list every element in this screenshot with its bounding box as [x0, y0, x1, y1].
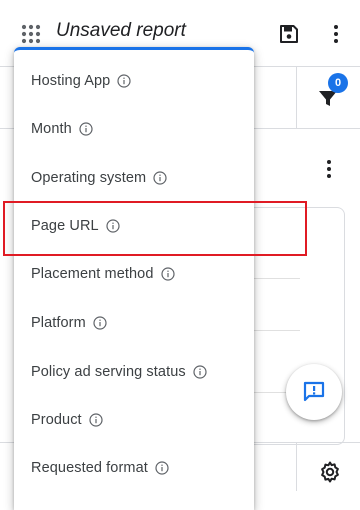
- menu-item-hosting-app[interactable]: Hosting App: [14, 57, 254, 105]
- menu-item-product[interactable]: Product: [14, 396, 254, 444]
- menu-item-label: Platform: [31, 315, 86, 331]
- card-divider: [248, 278, 300, 279]
- dimension-dropdown-menu: Hosting App Month Operating system Page …: [14, 47, 254, 510]
- filter-separator: [296, 66, 297, 128]
- feedback-fab[interactable]: [286, 364, 342, 420]
- footer-separator: [296, 442, 297, 491]
- card-divider: [248, 330, 300, 331]
- more-vert-icon[interactable]: [329, 23, 343, 45]
- report-title[interactable]: Unsaved report: [56, 20, 186, 42]
- menu-item-label: Operating system: [31, 170, 147, 186]
- info-outline-icon[interactable]: [160, 267, 175, 281]
- filter-count-badge: 0: [328, 73, 348, 93]
- settings-gear-icon[interactable]: [318, 460, 342, 484]
- menu-item-label: Policy ad serving status: [31, 364, 186, 380]
- feedback-icon: [303, 381, 325, 402]
- menu-item-label: Product: [31, 412, 82, 428]
- more-vert-icon[interactable]: [322, 158, 336, 180]
- info-outline-icon[interactable]: [117, 74, 131, 88]
- menu-item-operating-system[interactable]: Operating system: [14, 154, 254, 202]
- menu-item-label: Hosting App: [31, 73, 111, 89]
- menu-item-month[interactable]: Month: [14, 105, 254, 153]
- menu-item-label: Requested format: [31, 460, 148, 476]
- info-outline-icon[interactable]: [79, 122, 93, 136]
- menu-item-label: Page URL: [31, 218, 99, 234]
- info-outline-icon[interactable]: [155, 461, 169, 475]
- menu-item-placement-method[interactable]: Placement method: [14, 250, 254, 298]
- info-outline-icon[interactable]: [93, 316, 107, 330]
- menu-item-requested-format[interactable]: Requested format: [14, 444, 254, 492]
- info-outline-icon[interactable]: [106, 219, 120, 233]
- menu-item-label: Placement method: [31, 266, 154, 282]
- menu-item-platform[interactable]: Platform: [14, 299, 254, 347]
- menu-item-page-url[interactable]: Page URL: [14, 202, 254, 250]
- save-icon[interactable]: [279, 24, 299, 44]
- apps-grid-icon[interactable]: [21, 24, 41, 44]
- info-outline-icon[interactable]: [193, 365, 207, 379]
- menu-item-label: Month: [31, 121, 72, 137]
- menu-item-policy-ad-serving-status[interactable]: Policy ad serving status: [14, 348, 254, 396]
- info-outline-icon[interactable]: [153, 171, 167, 185]
- info-outline-icon[interactable]: [89, 413, 103, 427]
